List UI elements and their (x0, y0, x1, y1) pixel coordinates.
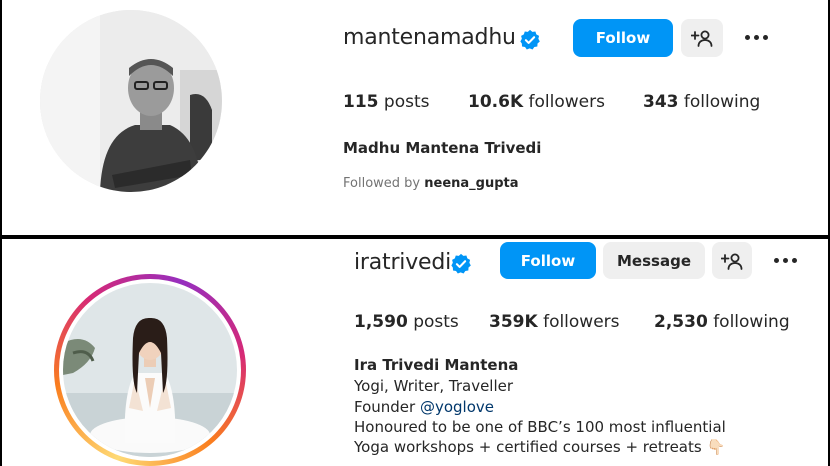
message-button[interactable]: Message (603, 242, 705, 279)
posts-count: 1,590 posts (354, 312, 459, 332)
followed-by[interactable]: Followed by neena_gupta (343, 176, 519, 191)
more-options-icon[interactable] (745, 35, 768, 40)
bio-line: Honoured to be one of BBC’s 100 most inf… (354, 418, 726, 436)
following-count[interactable]: 343 following (643, 92, 760, 112)
bio-line: Founder @yoglove (354, 398, 495, 416)
verified-badge-icon (519, 29, 541, 55)
full-name: Ira Trivedi Mantena (354, 356, 519, 374)
full-name: Madhu Mantena Trivedi (343, 139, 542, 157)
username[interactable]: iratrivedi (354, 250, 451, 275)
avatar (63, 283, 237, 457)
username[interactable]: mantenamadhu (343, 25, 516, 50)
follow-button[interactable]: Follow (573, 19, 673, 57)
bio-line: Yoga workshops + certified courses + ret… (354, 438, 726, 456)
avatar[interactable] (40, 10, 222, 192)
followers-count[interactable]: 10.6K followers (468, 92, 605, 112)
verified-badge-icon (450, 253, 472, 279)
add-person-icon (691, 30, 713, 47)
profile-header-mantenamadhu: mantenamadhu Follow 115 posts 10.6K foll… (2, 0, 828, 235)
avatar-story-ring[interactable] (54, 274, 246, 466)
followers-count[interactable]: 359K followers (489, 312, 620, 332)
following-count[interactable]: 2,530 following (654, 312, 790, 332)
more-options-icon[interactable] (774, 258, 797, 263)
add-person-icon (721, 253, 743, 270)
follow-button[interactable]: Follow (500, 242, 596, 279)
posts-count: 115 posts (343, 92, 430, 112)
profile-header-iratrivedi: iratrivedi Follow Message 1,590 posts 35… (2, 239, 828, 466)
suggest-user-button[interactable] (681, 19, 723, 57)
bio-mention-link[interactable]: @yoglove (420, 398, 494, 416)
suggest-user-button[interactable] (712, 242, 752, 279)
bio-line: Yogi, Writer, Traveller (354, 377, 514, 395)
